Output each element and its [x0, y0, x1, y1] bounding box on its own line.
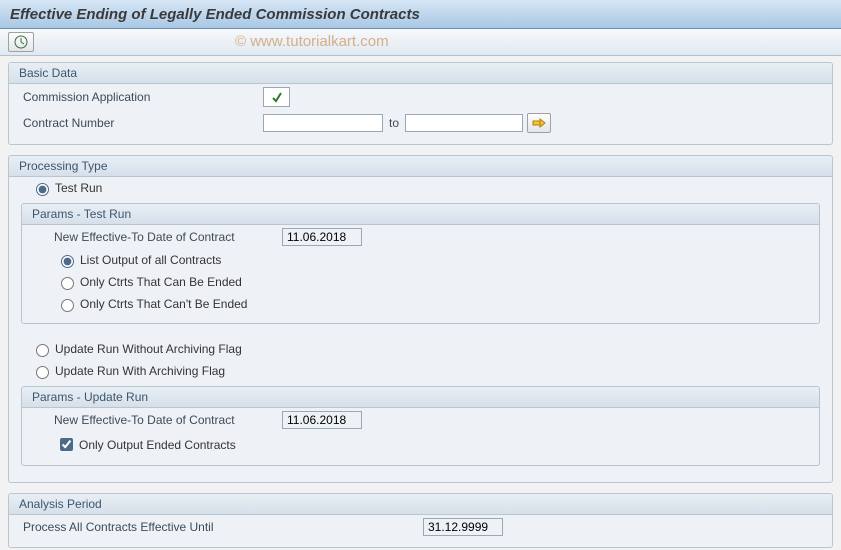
group-params-update-run: Params - Update Run New Effective-To Dat… — [21, 386, 820, 466]
group-title-basic: Basic Data — [9, 63, 832, 84]
label-opt-cant: Only Ctrts That Can't Be Ended — [80, 297, 247, 311]
watermark-text: © www.tutorialkart.com — [235, 33, 389, 50]
content-area: Basic Data Commission Application Contra… — [0, 56, 841, 550]
label-opt-all: List Output of all Contracts — [80, 253, 221, 267]
radio-opt-cant[interactable] — [61, 299, 74, 312]
clock-execute-icon — [14, 35, 28, 49]
radio-row-opt-all: List Output of all Contracts — [22, 249, 819, 271]
label-test-run: Test Run — [55, 181, 102, 195]
contract-number-from-input[interactable] — [263, 114, 383, 132]
test-date-input[interactable] — [282, 228, 362, 246]
label-contract-number: Contract Number — [23, 116, 263, 130]
row-update-date: New Effective-To Date of Contract — [22, 408, 819, 432]
radio-row-opt-cant: Only Ctrts That Can't Be Ended — [22, 293, 819, 315]
radio-test-run[interactable] — [36, 183, 49, 196]
row-commission-app: Commission Application — [9, 84, 832, 110]
label-analysis-until: Process All Contracts Effective Until — [23, 520, 423, 534]
label-opt-can: Only Ctrts That Can Be Ended — [80, 275, 242, 289]
execute-button[interactable] — [8, 32, 34, 52]
label-update-arch: Update Run With Archiving Flag — [55, 364, 225, 378]
group-title-params-update: Params - Update Run — [22, 387, 819, 408]
check-icon — [271, 91, 283, 103]
contract-number-to-input[interactable] — [405, 114, 523, 132]
radio-opt-can[interactable] — [61, 277, 74, 290]
label-update-noarch: Update Run Without Archiving Flag — [55, 342, 242, 356]
label-update-date: New Effective-To Date of Contract — [44, 413, 282, 427]
checkbox-only-ended[interactable] — [60, 438, 73, 451]
radio-row-opt-can: Only Ctrts That Can Be Ended — [22, 271, 819, 293]
row-test-date: New Effective-To Date of Contract — [22, 225, 819, 249]
page-title: Effective Ending of Legally Ended Commis… — [10, 6, 420, 23]
update-date-input[interactable] — [282, 411, 362, 429]
group-title-processing: Processing Type — [9, 156, 832, 177]
radio-update-noarch[interactable] — [36, 344, 49, 357]
group-processing-type: Processing Type Test Run Params - Test R… — [8, 155, 833, 483]
label-commission-app: Commission Application — [23, 90, 263, 104]
commission-app-input[interactable] — [263, 87, 290, 107]
radio-row-test-run: Test Run — [9, 177, 832, 199]
radio-opt-all[interactable] — [61, 255, 74, 268]
group-basic-data: Basic Data Commission Application Contra… — [8, 62, 833, 145]
group-analysis-period: Analysis Period Process All Contracts Ef… — [8, 493, 833, 548]
group-title-analysis: Analysis Period — [9, 494, 832, 515]
radio-row-update-noarch: Update Run Without Archiving Flag — [9, 338, 832, 360]
label-only-ended: Only Output Ended Contracts — [79, 438, 236, 452]
radio-row-update-arch: Update Run With Archiving Flag — [9, 360, 832, 382]
row-contract-number: Contract Number to — [9, 110, 832, 136]
radio-update-arch[interactable] — [36, 366, 49, 379]
analysis-until-input[interactable] — [423, 518, 503, 536]
label-test-date: New Effective-To Date of Contract — [44, 230, 282, 244]
label-to: to — [389, 116, 399, 130]
title-bar: Effective Ending of Legally Ended Commis… — [0, 0, 841, 29]
check-row-only-ended: Only Output Ended Contracts — [22, 432, 819, 457]
group-title-params-test: Params - Test Run — [22, 204, 819, 225]
group-params-test-run: Params - Test Run New Effective-To Date … — [21, 203, 820, 324]
toolbar: © www.tutorialkart.com — [0, 29, 841, 56]
arrow-right-icon — [532, 118, 546, 128]
row-analysis-until: Process All Contracts Effective Until — [9, 515, 832, 539]
multiple-selection-button[interactable] — [527, 113, 551, 133]
